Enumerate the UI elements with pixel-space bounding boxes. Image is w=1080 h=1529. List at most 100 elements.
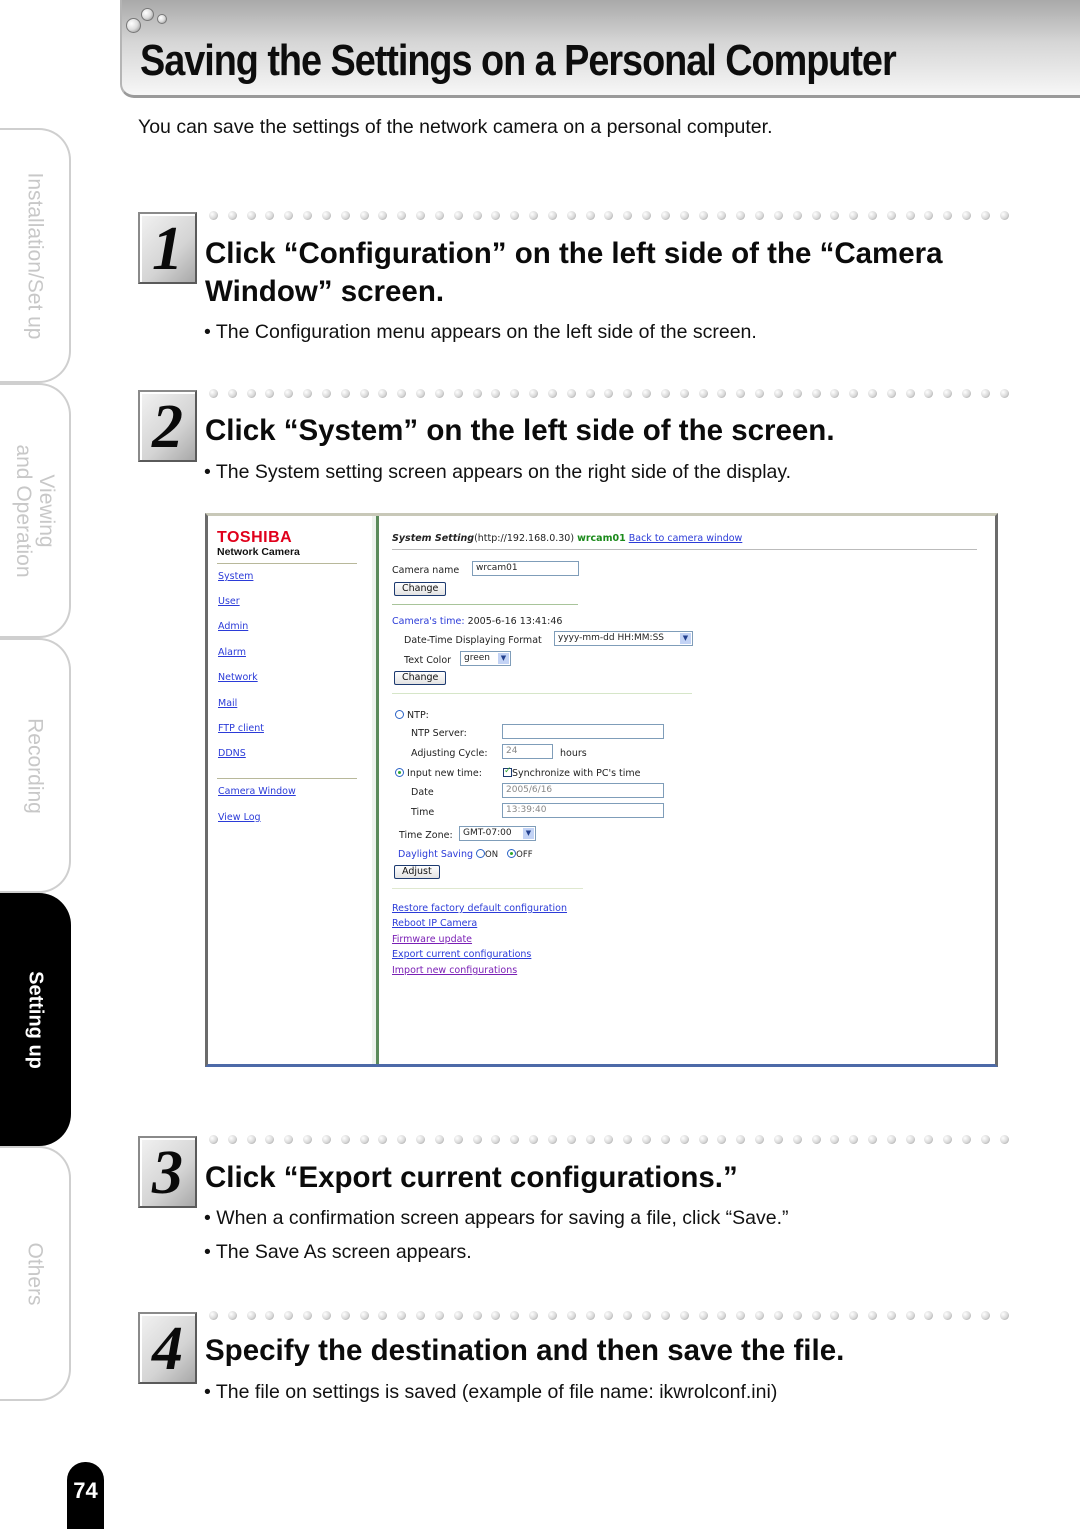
divider-dot <box>811 1135 821 1144</box>
select-value: yyyy-mm-dd HH:MM:SS <box>558 633 665 643</box>
daylight-on-radio[interactable] <box>476 849 486 858</box>
import-new-configurations-link[interactable]: Import new configurations <box>392 965 517 976</box>
divider-dot <box>529 1135 539 1144</box>
divider-dot <box>434 1311 444 1320</box>
restore-factory-default-link[interactable]: Restore factory default configuration <box>392 903 567 914</box>
toshiba-logo: TOSHIBA Network Camera <box>217 530 300 559</box>
adjusting-cycle-input[interactable]: 24 <box>502 744 553 759</box>
back-to-camera-window-link[interactable]: Back to camera window <box>629 533 743 544</box>
divider-dot <box>604 389 614 398</box>
divider-dot <box>340 1135 350 1144</box>
divider-dot <box>679 1311 689 1320</box>
export-current-configurations-link[interactable]: Export current configurations <box>392 949 531 960</box>
change-name-button[interactable]: Change <box>394 582 447 596</box>
input-new-time-label: Input new time: <box>407 768 482 779</box>
divider-dot <box>303 1135 313 1144</box>
divider-dot <box>886 211 896 220</box>
nav-link-ftp-client[interactable]: FTP client <box>218 723 264 734</box>
camera-name-input[interactable]: wrcam01 <box>472 561 579 576</box>
divider-dot <box>943 211 953 220</box>
text-color-select[interactable]: green ▼ <box>460 651 511 666</box>
divider-dot <box>867 1311 877 1320</box>
divider-dot <box>529 211 539 220</box>
page-title: Saving the Settings on a Personal Comput… <box>140 36 897 85</box>
divider-dot <box>303 1311 313 1320</box>
input-new-time-radio[interactable] <box>395 768 404 777</box>
time-input[interactable]: 13:39:40 <box>502 803 664 818</box>
divider-dot <box>265 1311 275 1320</box>
tab-others[interactable]: Others <box>0 1146 71 1401</box>
divider-dot <box>623 211 633 220</box>
divider-dot <box>491 389 501 398</box>
divider-dot <box>453 389 463 398</box>
nav-link-network[interactable]: Network <box>218 672 258 683</box>
divider-dot <box>773 1311 783 1320</box>
divider-dot <box>980 389 990 398</box>
reboot-ip-camera-link[interactable]: Reboot IP Camera <box>392 918 477 929</box>
divider-dot <box>660 1135 670 1144</box>
firmware-update-link[interactable]: Firmware update <box>392 934 472 945</box>
tab-setting-up[interactable]: Setting up <box>0 893 71 1146</box>
tab-viewing-operation[interactable]: Viewing and Operation <box>0 383 71 638</box>
divider-dot <box>999 1311 1009 1320</box>
nav-link-user[interactable]: User <box>218 596 240 607</box>
divider-dot <box>679 211 689 220</box>
divider-dot <box>547 211 557 220</box>
config-sidebar: TOSHIBA Network Camera System User Admin… <box>208 516 379 1064</box>
divider-dot <box>585 211 595 220</box>
nav-link-system[interactable]: System <box>218 571 253 582</box>
divider-dot <box>811 211 821 220</box>
divider-dot <box>642 211 652 220</box>
step-3-bullet: • When a confirmation screen appears for… <box>204 1207 789 1229</box>
divider-dot <box>830 1311 840 1320</box>
divider-dot <box>209 211 218 220</box>
divider-dot <box>962 211 972 220</box>
divider-dot <box>566 1135 576 1144</box>
divider <box>392 888 583 889</box>
daylight-off-label: OFF <box>516 850 533 860</box>
nav-link-admin[interactable]: Admin <box>218 621 248 632</box>
adjust-button[interactable]: Adjust <box>394 865 440 879</box>
divider-dot <box>491 1135 501 1144</box>
divider-dot <box>811 1311 821 1320</box>
ntp-radio[interactable] <box>395 710 404 719</box>
date-input[interactable]: 2005/6/16 <box>502 783 664 798</box>
ntp-option[interactable]: NTP: <box>395 710 429 721</box>
sync-pc-option[interactable]: Synchronize with PC's time <box>503 766 641 779</box>
dotted-divider <box>209 211 1009 223</box>
ntp-server-input[interactable] <box>502 724 664 739</box>
chevron-down-icon: ▼ <box>680 633 691 644</box>
divider-dot <box>905 211 915 220</box>
divider-dot <box>359 1311 369 1320</box>
divider-dot <box>867 389 877 398</box>
divider-dot <box>246 1311 256 1320</box>
nav-link-view-log[interactable]: View Log <box>218 812 261 823</box>
divider-dot <box>284 389 294 398</box>
input-new-time-option[interactable]: Input new time: <box>395 768 482 779</box>
time-zone-select[interactable]: GMT-07:00 ▼ <box>459 826 536 841</box>
change-time-format-button[interactable]: Change <box>394 671 447 685</box>
adjusting-cycle-label: Adjusting Cycle: <box>411 748 488 759</box>
daylight-off-radio[interactable] <box>507 849 517 858</box>
tab-installation-setup[interactable]: Installation/Set up <box>0 128 71 383</box>
divider-dot <box>453 211 463 220</box>
sync-pc-checkbox[interactable] <box>503 766 512 777</box>
divider-dot <box>397 1135 407 1144</box>
divider-dot <box>453 1135 463 1144</box>
time-zone-label: Time Zone: <box>399 830 453 841</box>
nav-link-mail[interactable]: Mail <box>218 698 237 709</box>
nav-link-alarm[interactable]: Alarm <box>218 647 246 658</box>
divider <box>392 693 692 694</box>
divider-dot <box>679 389 689 398</box>
tab-recording[interactable]: Recording <box>0 638 71 893</box>
divider-dot <box>491 211 501 220</box>
system-setting-screenshot: TOSHIBA Network Camera System User Admin… <box>205 513 998 1067</box>
nav-link-camera-window[interactable]: Camera Window <box>218 786 296 797</box>
divider-dot <box>642 389 652 398</box>
divider-dot <box>510 1135 520 1144</box>
date-label: Date <box>411 787 434 798</box>
divider-dot <box>660 211 670 220</box>
cameras-time-label: Camera's time: <box>392 616 465 627</box>
datetime-format-select[interactable]: yyyy-mm-dd HH:MM:SS ▼ <box>554 631 693 646</box>
nav-link-ddns[interactable]: DDNS <box>218 748 246 759</box>
